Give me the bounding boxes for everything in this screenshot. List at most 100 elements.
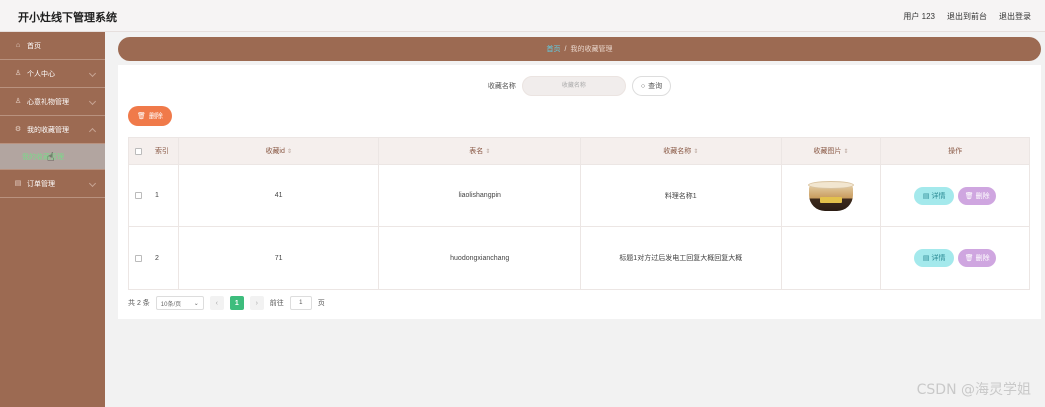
breadcrumb-separator: / <box>564 45 567 53</box>
table-row: 1 41 liaolishangpin 料理名称1 ▤ 详情 🗑 删除 <box>129 165 1029 227</box>
cell-id: 71 <box>179 227 380 289</box>
row-checkbox-cell <box>129 165 149 226</box>
cell-ops: ▤ 详情 🗑 删除 <box>881 227 1029 289</box>
row-checkbox[interactable] <box>135 254 143 262</box>
page-size-value: 10条/页 <box>160 301 182 308</box>
cell-name: 标题1对方过后发电工回复大概回复大概 <box>581 227 782 289</box>
header-ops: 操作 <box>881 138 1029 164</box>
watermark: CSDN @海灵学姐 <box>916 382 1031 398</box>
sidebar-item-label: 心意礼物管理 <box>27 98 69 106</box>
select-all-checkbox[interactable] <box>135 147 143 155</box>
row-checkbox[interactable] <box>135 192 143 199</box>
sort-icon[interactable]: ⇕ <box>843 148 848 155</box>
breadcrumb-home[interactable]: 首页 <box>547 44 561 54</box>
top-bar: 开小灶线下管理系统 用户 123 退出到前台 退出登录 <box>0 0 1045 32</box>
header-checkbox-cell <box>129 138 149 164</box>
page-number-button[interactable]: 1 <box>229 296 244 310</box>
sidebar-item-home[interactable]: ⌂ 首页 <box>0 32 105 60</box>
table-header: 索引 收藏id ⇕ 表名 ⇕ 收藏名称 ⇕ 收藏图片 ⇕ 操作 <box>129 138 1029 165</box>
search-button-label: 查询 <box>648 83 663 90</box>
cell-index: 2 <box>149 227 179 289</box>
chevron-down-icon: ⌄ <box>193 300 199 307</box>
header-index: 索引 <box>149 138 179 164</box>
prev-page-button[interactable]: ‹ <box>209 296 224 310</box>
sidebar-subitem-favorites[interactable]: 我的收藏管理 ☝ <box>0 144 105 170</box>
detail-icon: ▤ <box>922 192 930 200</box>
next-page-button[interactable]: › <box>249 296 264 310</box>
sort-icon[interactable]: ⇕ <box>287 148 292 155</box>
row-delete-label: 删除 <box>975 255 990 262</box>
sidebar-subitem-label: 我的收藏管理 <box>22 153 64 161</box>
header-image-label: 收藏图片 <box>813 148 842 155</box>
thumbnail-rim <box>807 180 854 189</box>
thumbnail-label <box>819 196 842 203</box>
content-panel: 收藏名称 收藏名称 ○ 查询 🗑 删除 索引 收藏id ⇕ 表名 ⇕ 收藏名称 ⇕ 收… <box>118 65 1041 319</box>
cell-name: 料理名称1 <box>581 165 782 226</box>
home-icon: ⌂ <box>15 41 21 49</box>
chevron-down-icon <box>88 179 97 188</box>
detail-button[interactable]: ▤ 详情 <box>914 249 955 267</box>
sidebar-item-favorites[interactable]: ⚙ 我的收藏管理 <box>0 116 105 144</box>
cell-image <box>782 165 882 226</box>
pagination-total: 共 2 条 <box>128 300 150 307</box>
chevron-down-icon <box>88 97 97 106</box>
user-label[interactable]: 用户 123 <box>903 11 935 22</box>
trash-icon: 🗑 <box>964 255 974 262</box>
sidebar-item-orders[interactable]: ▤ 订单管理 <box>0 170 105 198</box>
user-icon: ♙ <box>14 97 22 105</box>
breadcrumb: 首页 / 我的收藏管理 <box>118 37 1041 61</box>
search-label: 收藏名称 <box>487 83 516 90</box>
settings-icon: ⚙ <box>14 125 22 133</box>
batch-delete-button[interactable]: 🗑 删除 <box>128 106 172 126</box>
header-table-label: 表名 <box>469 148 484 155</box>
detail-button-label: 详情 <box>931 192 946 200</box>
row-checkbox-cell <box>129 227 149 289</box>
sidebar-item-profile[interactable]: ♙ 个人中心 <box>0 60 105 88</box>
header-id[interactable]: 收藏id ⇕ <box>179 138 380 164</box>
sidebar-item-label: 我的收藏管理 <box>27 126 69 134</box>
delete-button-label: 删除 <box>148 113 163 120</box>
app-title: 开小灶线下管理系统 <box>18 12 117 24</box>
page-size-select[interactable]: 10条/页 ⌄ <box>155 296 204 310</box>
row-delete-button[interactable]: 🗑 删除 <box>958 249 997 267</box>
hand-cursor-icon: ☝ <box>47 150 55 164</box>
cell-id: 41 <box>179 165 380 226</box>
pagination: 共 2 条 10条/页 ⌄ ‹ 1 › 前往 1 页 <box>128 295 325 311</box>
chevron-down-icon <box>88 69 97 78</box>
search-button[interactable]: ○ 查询 <box>631 76 672 96</box>
goto-label: 前往 <box>269 300 284 307</box>
sidebar: ⌂ 首页 ♙ 个人中心 ♙ 心意礼物管理 ⚙ 我的收藏管理 我的收藏管理 ☝ ▤… <box>0 32 105 407</box>
row-delete-button[interactable]: 🗑 删除 <box>958 186 997 205</box>
sort-icon[interactable]: ⇕ <box>693 148 698 155</box>
row-delete-label: 删除 <box>975 192 990 200</box>
header-ops-label: 操作 <box>948 148 963 155</box>
search-row: 收藏名称 收藏名称 ○ 查询 <box>118 75 1041 97</box>
logout-link[interactable]: 退出登录 <box>999 11 1031 22</box>
user-icon: ♙ <box>14 69 22 77</box>
search-icon: ○ <box>640 82 646 90</box>
detail-icon: ▤ <box>922 255 930 262</box>
sidebar-item-gifts[interactable]: ♙ 心意礼物管理 <box>0 88 105 116</box>
trash-icon: 🗑 <box>137 113 146 120</box>
favorite-thumbnail[interactable] <box>806 179 856 213</box>
header-name[interactable]: 收藏名称 ⇕ <box>581 138 782 164</box>
order-icon: ▤ <box>14 179 22 187</box>
header-image[interactable]: 收藏图片 ⇕ <box>782 138 882 164</box>
header-table[interactable]: 表名 ⇕ <box>379 138 581 164</box>
detail-button[interactable]: ▤ 详情 <box>914 186 955 205</box>
top-links: 用户 123 退出到前台 退出登录 <box>903 11 1031 22</box>
sidebar-item-label: 订单管理 <box>27 180 55 188</box>
cell-ops: ▤ 详情 🗑 删除 <box>881 165 1029 226</box>
goto-page-input[interactable]: 1 <box>289 296 312 310</box>
header-name-label: 收藏名称 <box>663 148 692 155</box>
search-input[interactable]: 收藏名称 <box>521 76 626 96</box>
breadcrumb-current: 我的收藏管理 <box>570 46 613 53</box>
sidebar-item-label: 首页 <box>27 42 41 50</box>
detail-button-label: 详情 <box>931 255 946 262</box>
cell-image <box>782 227 882 289</box>
sidebar-item-label: 个人中心 <box>27 70 55 78</box>
to-front-link[interactable]: 退出到前台 <box>947 11 987 22</box>
chevron-up-icon <box>88 127 97 136</box>
sort-icon[interactable]: ⇕ <box>485 148 490 155</box>
favorites-table: 索引 收藏id ⇕ 表名 ⇕ 收藏名称 ⇕ 收藏图片 ⇕ 操作 1 41 liaolis… <box>128 137 1030 290</box>
